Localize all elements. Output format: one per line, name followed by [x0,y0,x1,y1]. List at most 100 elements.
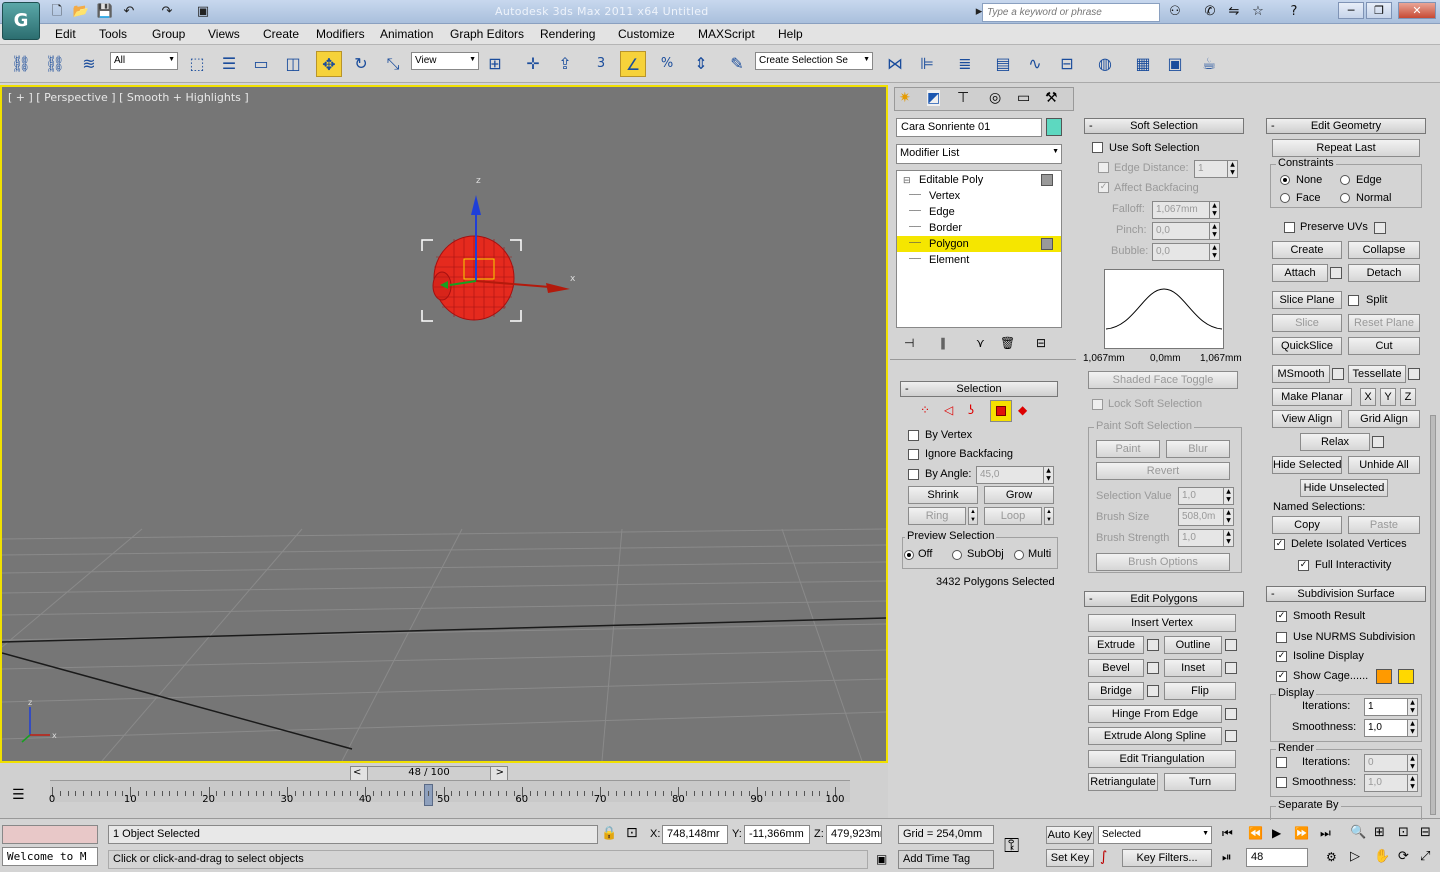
extrude-button[interactable]: Extrude [1088,636,1144,654]
isoline-display-checkbox[interactable]: ✓ [1276,651,1287,662]
binoculars-icon[interactable]: ⚇ [1165,3,1185,21]
edit-polygons-rollout-header[interactable]: - Edit Polygons [1084,591,1244,607]
head-mesh[interactable] [432,235,515,321]
goto-start-icon[interactable]: ⏮ [1222,826,1233,841]
planar-y-button[interactable]: Y [1380,388,1396,406]
preserve-uvs-checkbox[interactable] [1284,222,1295,233]
extrude-spline-settings-icon[interactable] [1225,730,1237,742]
select-and-link-icon[interactable]: ⛓ [8,51,34,77]
outline-settings-icon[interactable] [1225,639,1237,651]
x-coordinate-field[interactable]: 748,148mr [662,825,728,844]
time-configuration-icon[interactable]: ⚙ [1326,850,1337,864]
maximize-viewport-icon[interactable]: ⤢ [1420,849,1430,864]
field-of-view-icon[interactable]: ▷ [1350,849,1360,864]
make-unique-icon[interactable]: ⋎ [976,336,985,350]
collapse-button[interactable]: Collapse [1348,241,1420,259]
stack-item-border[interactable]: ┄┄ Border [897,220,1061,236]
new-file-icon[interactable]: 🗋 [48,3,66,21]
menu-customize[interactable]: Customize [618,27,675,41]
revert-button[interactable]: Revert [1096,462,1230,480]
render-iterations-checkbox[interactable] [1276,757,1287,768]
blur-button[interactable]: Blur [1166,440,1230,458]
retriangulate-button[interactable]: Retriangulate [1088,773,1158,791]
bevel-settings-icon[interactable] [1147,662,1159,674]
edge-distance-spinner[interactable]: 1 ▲ ▼ [1194,160,1238,178]
zoom-extents-icon[interactable]: ⊡ [1398,825,1409,840]
maxscript-mini-listener-pink[interactable] [2,825,98,844]
turn-button[interactable]: Turn [1164,773,1236,791]
cut-button[interactable]: Cut [1348,337,1420,355]
object-color-swatch[interactable] [1046,118,1062,136]
edge-distance-checkbox[interactable] [1098,162,1109,173]
set-key-button[interactable]: Set Key [1046,849,1094,867]
subdivision-surface-rollout-header[interactable]: - Subdivision Surface [1266,586,1426,602]
orbit-icon[interactable]: ⟳ [1398,849,1409,864]
mirror-icon[interactable]: ⋈ [882,51,908,77]
bevel-button[interactable]: Bevel [1088,659,1144,677]
hide-selected-button[interactable]: Hide Selected [1272,456,1342,474]
show-end-result-icon[interactable]: ∥ [940,336,946,350]
by-vertex-checkbox[interactable] [908,430,919,441]
hinge-from-edge-button[interactable]: Hinge From Edge [1088,705,1222,723]
curve-editor-icon[interactable]: ∿ [1022,51,1048,77]
bind-space-warp-icon[interactable]: ≋ [76,51,102,77]
constraint-face-radio[interactable] [1280,193,1290,203]
mini-curve-editor-icon[interactable]: ☰ [12,787,32,803]
communication-icon[interactable]: ✆ [1200,3,1220,21]
copy-button[interactable]: Copy [1272,516,1342,534]
paste-button[interactable]: Paste [1348,516,1420,534]
attach-button[interactable]: Attach [1272,264,1328,282]
select-and-manipulate-icon[interactable]: ✛ [520,51,546,77]
align-icon[interactable]: ⊫ [914,51,940,77]
constraint-normal-radio[interactable] [1340,193,1350,203]
time-tag-icon[interactable]: ▣ [876,852,887,866]
menu-views[interactable]: Views [208,27,240,41]
menu-help[interactable]: Help [778,27,803,41]
modify-tab-icon[interactable]: ◩ [927,90,941,106]
key-mode-toggle-icon[interactable]: ⏯ [1222,850,1232,865]
create-tab-icon[interactable]: ✷ [899,90,911,106]
selection-lock-icon[interactable]: 🔒 [601,826,617,841]
constraint-edge-radio[interactable] [1340,175,1350,185]
full-interactivity-checkbox[interactable]: ✓ [1298,560,1309,571]
reference-coordinate-dropdown[interactable]: View [411,52,479,70]
element-mode-icon[interactable]: ◆ [1018,403,1027,417]
menu-group[interactable]: Group [152,27,185,41]
preserve-uvs-settings-icon[interactable] [1374,222,1386,234]
collapse-toggle-icon[interactable]: ⊟ [903,172,911,188]
perspective-viewport[interactable]: [ + ] [ Perspective ] [ Smooth + Highlig… [0,85,888,763]
ring-spinner[interactable]: ▲ ▼ [968,507,978,525]
pinch-spinner[interactable]: 0,0 ▲ ▼ [1152,222,1220,240]
prev-frame-arrow-icon[interactable]: < [353,767,361,778]
menu-edit[interactable]: Edit [55,27,76,41]
current-frame-field[interactable]: 48 [1246,848,1308,867]
auto-key-button[interactable]: Auto Key [1046,826,1094,844]
extrude-along-spline-button[interactable]: Extrude Along Spline [1088,727,1222,745]
quickslice-button[interactable]: QuickSlice [1272,337,1342,355]
command-panel-scrollbar[interactable] [1430,415,1436,815]
zoom-icon[interactable]: 🔍 [1350,825,1366,840]
tessellate-button[interactable]: Tessellate [1348,365,1406,383]
preview-multi-radio[interactable] [1014,550,1024,560]
save-icon[interactable]: 💾 [96,3,114,21]
edge-mode-icon[interactable]: ◁ [944,403,953,417]
named-selection-dropdown[interactable]: Create Selection Se [755,52,873,70]
modifier-stack[interactable]: ⊟ Editable Poly ┄┄ Vertex ┄┄ Edge ┄┄ Border ┄┄ Po… [896,170,1062,328]
bridge-settings-icon[interactable] [1147,685,1159,697]
preview-subobj-radio[interactable] [952,550,962,560]
curve-key-icon[interactable]: ∫ [1100,849,1107,865]
render-iterations-spinner[interactable]: 0 ▲ ▼ [1364,754,1418,772]
repeat-last-button[interactable]: Repeat Last [1272,139,1420,157]
tessellate-settings-icon[interactable] [1408,368,1420,380]
set-key-mode-icon[interactable]: ⚿ [1004,833,1019,857]
msmooth-settings-icon[interactable] [1332,368,1344,380]
select-object-icon[interactable]: ⬚ [184,51,210,77]
reset-plane-button[interactable]: Reset Plane [1348,314,1420,332]
bubble-spinner[interactable]: 0,0 ▲ ▼ [1152,243,1220,261]
minimize-button[interactable]: ─ [1338,2,1364,19]
stack-item-vertex[interactable]: ┄┄ Vertex [897,188,1061,204]
split-checkbox[interactable] [1348,295,1359,306]
render-production-icon[interactable]: ☕ [1196,51,1222,77]
detach-button[interactable]: Detach [1348,264,1420,282]
paint-button[interactable]: Paint [1096,440,1160,458]
